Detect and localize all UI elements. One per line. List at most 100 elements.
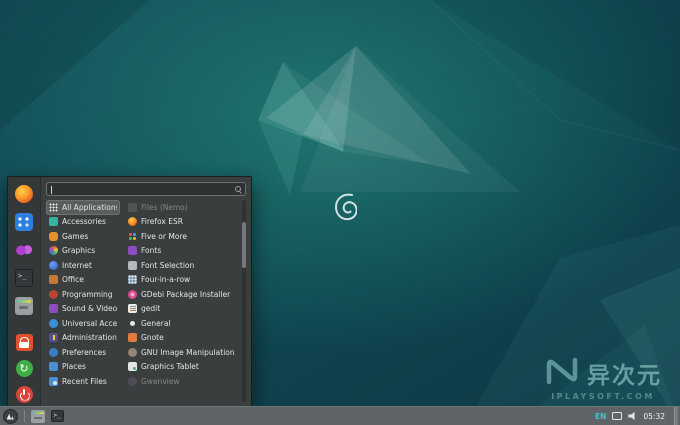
debian-swirl-icon <box>333 192 358 222</box>
category-administration[interactable]: Administration <box>46 331 120 346</box>
keyboard-layout-indicator[interactable]: EN <box>595 412 606 421</box>
application-list: Files (Nemo) Firefox ESR Five or More Fo… <box>125 200 246 402</box>
all-applications-icon <box>49 202 58 212</box>
display-tray-icon[interactable] <box>612 412 623 420</box>
app-label: Gnote <box>141 333 164 343</box>
category-games[interactable]: Games <box>46 229 120 244</box>
graphics-tablet-icon <box>128 362 137 372</box>
app-gedit[interactable]: gedit <box>125 302 238 317</box>
firefox-icon <box>128 217 137 227</box>
font-selection-icon <box>128 260 137 270</box>
app-five-or-more[interactable]: Five or More <box>125 229 238 244</box>
gdebi-icon <box>128 289 137 299</box>
programming-icon <box>49 289 58 299</box>
gwenview-icon <box>128 376 137 386</box>
blue-dice-app-icon[interactable] <box>15 213 33 231</box>
app-firefox-esr[interactable]: Firefox ESR <box>125 215 238 230</box>
show-desktop-button[interactable] <box>674 407 678 425</box>
general-icon <box>130 320 135 326</box>
app-font-selection[interactable]: Font Selection <box>125 258 238 273</box>
application-menu: All Applications Accessories Games Graph… <box>7 176 252 407</box>
log-out-icon[interactable] <box>15 360 33 377</box>
terminal-icon[interactable] <box>15 269 33 287</box>
taskbar: EN 05:32 <box>0 406 680 425</box>
app-label: Five or More <box>141 231 187 241</box>
category-label: Recent Files <box>62 376 107 386</box>
app-gimp[interactable]: GNU Image Manipulation Program <box>125 345 238 360</box>
category-accessories[interactable]: Accessories <box>46 215 120 230</box>
preferences-icon <box>49 347 58 357</box>
app-four-in-a-row[interactable]: Four-in-a-row <box>125 273 238 288</box>
category-universal-access[interactable]: Universal Access <box>46 316 120 331</box>
category-label: Graphics <box>62 246 96 256</box>
search-input[interactable] <box>47 183 245 195</box>
fonts-icon <box>128 246 137 256</box>
file-manager-launcher-icon[interactable] <box>31 409 45 423</box>
category-label: All Applications <box>62 202 117 212</box>
category-all-applications[interactable]: All Applications <box>46 200 120 215</box>
category-recent-files[interactable]: Recent Files <box>46 374 120 389</box>
app-label: Four-in-a-row <box>141 275 191 285</box>
app-label: Firefox ESR <box>141 217 183 227</box>
graphics-icon <box>49 246 58 256</box>
games-icon <box>49 231 58 241</box>
app-gdebi[interactable]: GDebi Package Installer <box>125 287 238 302</box>
app-graphics-tablet[interactable]: Graphics Tablet <box>125 360 238 375</box>
app-label: Gwenview <box>141 376 180 386</box>
app-label: GNU Image Manipulation Program <box>141 347 235 357</box>
menu-favorites-column <box>8 177 41 406</box>
universal-access-icon <box>49 318 58 328</box>
category-label: Universal Access <box>62 318 117 328</box>
category-places[interactable]: Places <box>46 360 120 375</box>
administration-icon <box>49 333 58 343</box>
category-office[interactable]: Office <box>46 273 120 288</box>
app-label: Files (Nemo) <box>141 202 188 212</box>
app-label: Fonts <box>141 246 162 256</box>
volume-icon[interactable] <box>628 411 635 421</box>
recent-files-icon <box>49 376 58 386</box>
search-icon <box>235 186 241 192</box>
category-label: Internet <box>62 260 92 270</box>
app-label: Font Selection <box>141 260 195 270</box>
gedit-icon <box>128 304 137 314</box>
lock-screen-icon[interactable] <box>15 334 33 351</box>
category-sound-video[interactable]: Sound & Video <box>46 302 120 317</box>
session-buttons <box>15 325 33 403</box>
app-list-scrollbar[interactable] <box>242 200 246 402</box>
app-label: Graphics Tablet <box>141 362 199 372</box>
purple-dots-app-icon[interactable] <box>15 241 33 259</box>
menu-button[interactable] <box>3 408 18 424</box>
app-general[interactable]: General <box>125 316 238 331</box>
five-or-more-icon <box>128 231 137 241</box>
category-label: Games <box>62 231 89 241</box>
category-label: Places <box>62 362 86 372</box>
accessories-icon <box>49 217 58 227</box>
search-bar <box>46 182 246 196</box>
app-label: GDebi Package Installer <box>141 289 231 299</box>
office-icon <box>49 275 58 285</box>
gimp-icon <box>128 347 137 357</box>
app-gnote[interactable]: Gnote <box>125 331 238 346</box>
category-label: Administration <box>62 333 117 343</box>
file-archive-icon[interactable] <box>15 297 33 315</box>
category-internet[interactable]: Internet <box>46 258 120 273</box>
category-preferences[interactable]: Preferences <box>46 345 120 360</box>
category-programming[interactable]: Programming <box>46 287 120 302</box>
terminal-launcher-icon[interactable] <box>51 410 64 422</box>
sound-video-icon <box>49 304 58 314</box>
app-fonts[interactable]: Fonts <box>125 244 238 259</box>
shutdown-icon[interactable] <box>15 386 33 403</box>
taskbar-separator <box>24 410 25 422</box>
app-files-nemo[interactable]: Files (Nemo) <box>125 200 238 215</box>
category-label: Sound & Video <box>62 304 117 314</box>
internet-icon <box>49 260 58 270</box>
category-label: Office <box>62 275 84 285</box>
firefox-icon[interactable] <box>15 185 33 203</box>
category-label: Preferences <box>62 347 107 357</box>
gnote-icon <box>128 333 137 343</box>
category-label: Programming <box>62 289 113 299</box>
scrollbar-thumb[interactable] <box>242 222 246 268</box>
app-gwenview[interactable]: Gwenview <box>125 374 238 389</box>
category-graphics[interactable]: Graphics <box>46 244 120 259</box>
clock[interactable]: 05:32 <box>643 412 665 421</box>
